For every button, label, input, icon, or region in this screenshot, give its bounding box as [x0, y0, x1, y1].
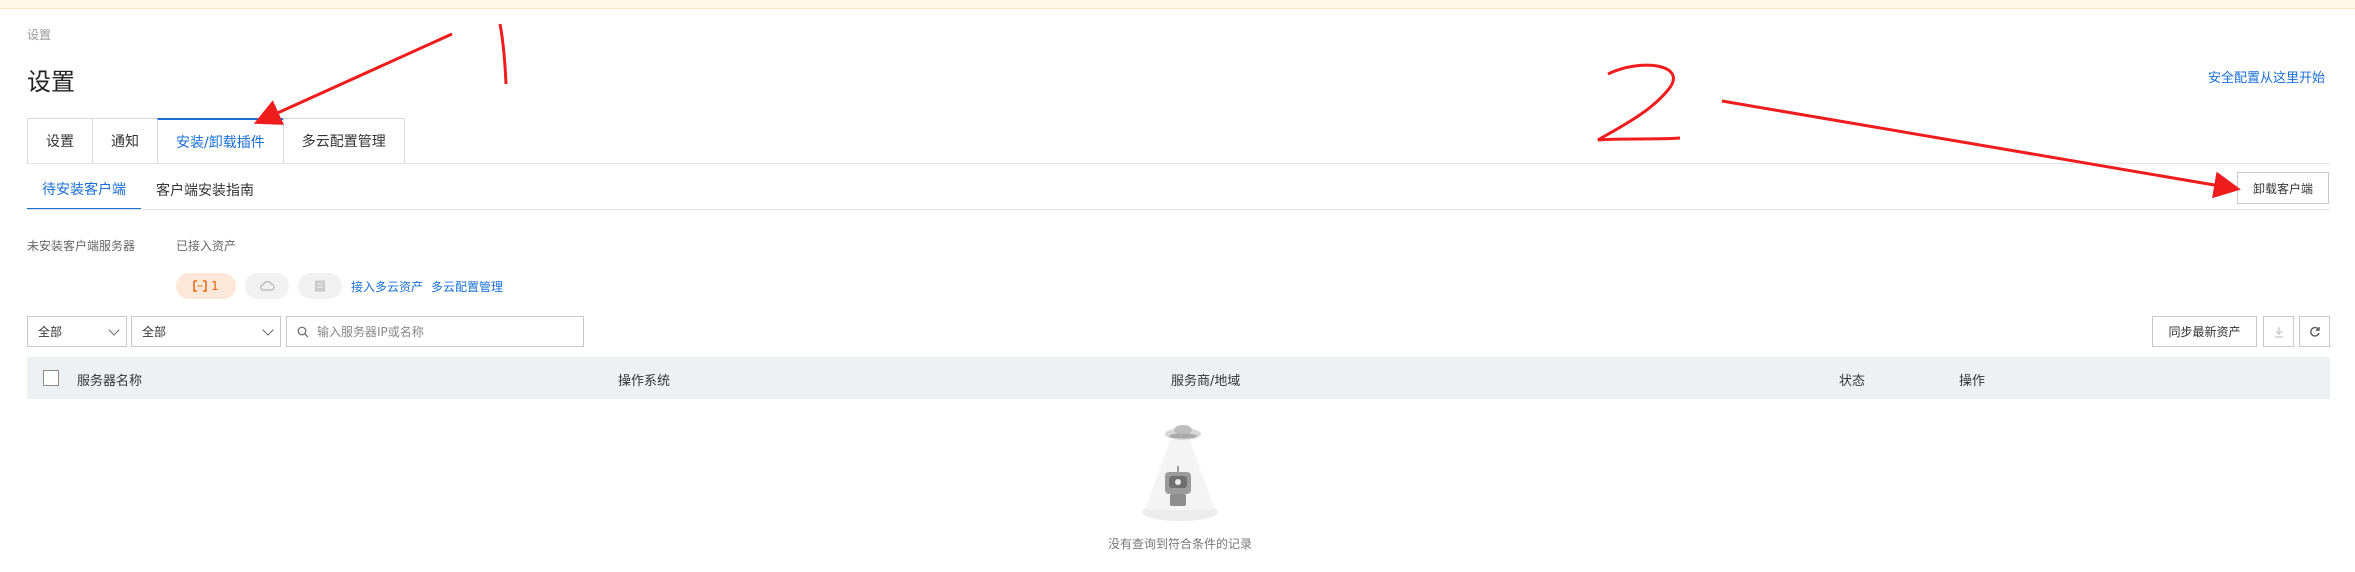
cloud-badge[interactable]	[245, 273, 289, 299]
search-input[interactable]	[317, 324, 567, 339]
column-provider-region: 服务商/地域	[1171, 374, 1241, 389]
connected-assets-label: 已接入资产	[176, 239, 237, 253]
notice-bar	[0, 0, 2355, 9]
subtab-pending-clients[interactable]: 待安装客户端	[27, 170, 141, 210]
tabs-divider	[27, 163, 2330, 164]
idc-badge[interactable]	[298, 273, 342, 299]
filter-select-1-value: 全部	[38, 325, 63, 339]
tab-install-plugin[interactable]: 安装/卸载插件	[157, 118, 283, 164]
column-actions: 操作	[1959, 374, 1986, 389]
connect-multicloud-link[interactable]: 接入多云资产	[351, 278, 423, 295]
security-config-link[interactable]: 安全配置从这里开始	[2208, 67, 2325, 86]
select-all-checkbox[interactable]	[43, 370, 59, 386]
annotation-mark-2-stroke	[1597, 63, 1681, 142]
table-header: 服务器名称 操作系统 服务商/地域 状态 操作	[27, 357, 2330, 399]
filter-select-1[interactable]: 全部	[27, 316, 127, 347]
subtab-install-guide[interactable]: 客户端安装指南	[141, 170, 269, 210]
filter-select-2[interactable]: 全部	[131, 316, 281, 347]
column-os: 操作系统	[618, 374, 671, 389]
annotation-arrow-2	[1721, 99, 2241, 199]
subtabs-divider	[27, 209, 2330, 210]
uninstalled-servers-label: 未安装客户端服务器	[27, 239, 136, 253]
download-icon	[2274, 326, 2283, 338]
page-title: 设置	[27, 68, 75, 96]
sub-tabs: 待安装客户端 客户端安装指南	[27, 170, 269, 210]
uninstall-client-button[interactable]: 卸载客户端	[2237, 172, 2329, 204]
tab-multicloud[interactable]: 多云配置管理	[282, 118, 405, 164]
empty-state-illustration	[1142, 425, 1218, 521]
multicloud-manage-link[interactable]: 多云配置管理	[431, 278, 503, 295]
document-icon	[315, 280, 325, 292]
asset-count-badge[interactable]: 1	[176, 273, 236, 299]
main-tabs: 设置 通知 安装/卸载插件 多云配置管理	[27, 118, 405, 164]
filter-select-2-value: 全部	[142, 325, 167, 339]
chevron-down-icon	[108, 324, 120, 336]
sync-assets-button[interactable]: 同步最新资产	[2152, 316, 2257, 347]
cloud-icon	[260, 281, 275, 291]
column-server-name: 服务器名称	[77, 374, 143, 389]
server-icon	[193, 280, 207, 292]
tab-settings[interactable]: 设置	[27, 118, 92, 164]
annotation-mark-1-stroke	[498, 23, 508, 85]
breadcrumb[interactable]: 设置	[27, 26, 51, 43]
annotation-arrow-1	[253, 32, 453, 125]
asset-count: 1	[211, 279, 219, 293]
search-icon	[297, 326, 309, 337]
refresh-icon	[2309, 326, 2320, 337]
refresh-button[interactable]	[2299, 316, 2330, 347]
download-button[interactable]	[2263, 316, 2294, 347]
tab-notifications[interactable]: 通知	[92, 118, 157, 164]
chevron-down-icon	[262, 324, 274, 336]
column-status: 状态	[1839, 374, 1866, 389]
empty-state-text: 没有查询到符合条件的记录	[1107, 537, 1252, 551]
search-box[interactable]	[286, 316, 584, 347]
